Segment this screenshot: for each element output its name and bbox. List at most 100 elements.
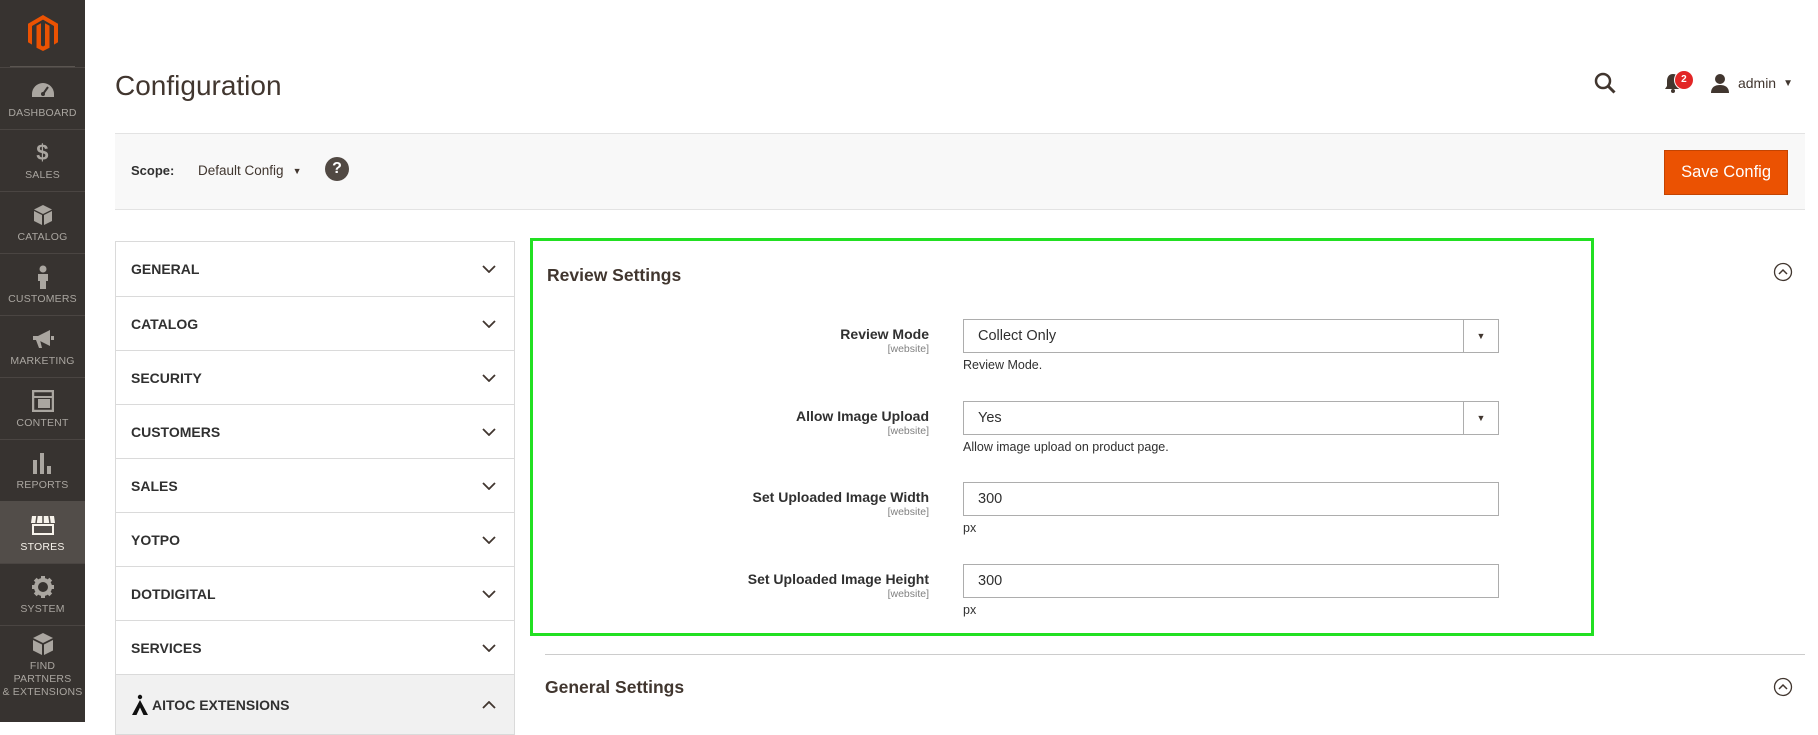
admin-menu: DASHBOARD $ SALES CATALOG CUSTOMERS MARK… bbox=[0, 0, 85, 722]
tab-services[interactable]: SERVICES bbox=[116, 620, 514, 674]
image-width-input[interactable]: 300 bbox=[963, 482, 1499, 516]
tab-catalog[interactable]: CATALOG bbox=[116, 296, 514, 350]
menu-item-label: CONTENT bbox=[16, 417, 69, 429]
chevron-down-icon bbox=[482, 265, 496, 273]
aitoc-logo-icon bbox=[131, 694, 149, 716]
page-title: Configuration bbox=[115, 70, 282, 101]
gear-icon bbox=[31, 574, 55, 600]
menu-item-label: REPORTS bbox=[16, 479, 69, 491]
input-value: 300 bbox=[978, 573, 1003, 589]
scope-label: Scope: bbox=[131, 163, 175, 178]
tab-sales[interactable]: SALES bbox=[116, 458, 514, 512]
menu-item-label: FIND PARTNERS & EXTENSIONS bbox=[2, 659, 83, 698]
select-value: Yes bbox=[978, 410, 1002, 426]
collapse-general-settings-icon[interactable] bbox=[1773, 677, 1793, 697]
field-note: Review Mode. bbox=[963, 358, 1043, 372]
tab-aitoc-extensions[interactable]: AITOC EXTENSIONS bbox=[116, 674, 514, 734]
tab-label: CUSTOMERS bbox=[131, 423, 221, 440]
field-scope: [website] bbox=[887, 506, 929, 518]
magento-logo-icon bbox=[27, 15, 58, 51]
dashboard-icon bbox=[31, 78, 55, 104]
menu-item-reports[interactable]: REPORTS bbox=[0, 439, 85, 501]
field-label-wrap: Allow Image Upload [website] bbox=[796, 408, 929, 437]
config-tabs: GENERAL CATALOG SECURITY CUSTOMERS SALES… bbox=[115, 241, 515, 735]
box-icon bbox=[33, 202, 53, 228]
chevron-down-icon: ▼ bbox=[1783, 77, 1793, 89]
field-label-wrap: Set Uploaded Image Width [website] bbox=[753, 489, 929, 518]
search-icon[interactable] bbox=[1590, 68, 1620, 98]
field-label: Allow Image Upload bbox=[795, 408, 929, 424]
megaphone-icon bbox=[31, 326, 55, 352]
menu-item-label: SALES bbox=[25, 169, 60, 181]
tab-label: GENERAL bbox=[131, 261, 200, 277]
user-name: admin bbox=[1737, 75, 1777, 91]
section-title[interactable]: Review Settings bbox=[547, 265, 681, 286]
tab-label: YOTPO bbox=[131, 531, 181, 548]
chevron-down-icon bbox=[482, 319, 496, 328]
menu-item-customers[interactable]: CUSTOMERS bbox=[0, 253, 85, 315]
tab-customers[interactable]: CUSTOMERS bbox=[116, 404, 514, 458]
save-config-button[interactable]: Save Config bbox=[1664, 150, 1788, 195]
tab-yotpo[interactable]: YOTPO bbox=[116, 512, 514, 566]
general-settings-title[interactable]: General Settings bbox=[545, 677, 684, 698]
review-mode-select[interactable]: Collect Only ▼ bbox=[963, 319, 1499, 353]
menu-item-label: DASHBOARD bbox=[8, 107, 77, 119]
admin-user-menu[interactable]: admin ▼ bbox=[1710, 73, 1793, 93]
tab-label: CATALOG bbox=[131, 315, 199, 332]
collapse-review-settings-icon[interactable] bbox=[1773, 262, 1793, 282]
menu-item-label: STORES bbox=[20, 541, 65, 553]
menu-item-system[interactable]: SYSTEM bbox=[0, 563, 85, 625]
tab-security[interactable]: SECURITY bbox=[116, 350, 514, 404]
field-scope: [website] bbox=[887, 425, 929, 437]
notifications-button[interactable]: 2 bbox=[1658, 68, 1693, 98]
magento-logo[interactable] bbox=[10, 0, 75, 67]
help-icon[interactable]: ? bbox=[325, 157, 349, 181]
allow-image-upload-select[interactable]: Yes ▼ bbox=[963, 401, 1499, 435]
tab-label: SALES bbox=[131, 477, 178, 494]
scope-value: Default Config bbox=[198, 163, 284, 178]
boxes-icon bbox=[31, 631, 55, 657]
chevron-down-icon: ▼ bbox=[292, 165, 302, 176]
select-value: Collect Only bbox=[978, 328, 1057, 344]
menu-item-sales[interactable]: $ SALES bbox=[0, 129, 85, 191]
field-label: Set Uploaded Image Width bbox=[752, 489, 929, 505]
menu-item-catalog[interactable]: CATALOG bbox=[0, 191, 85, 253]
menu-item-label: MARKETING bbox=[10, 355, 75, 367]
notification-count-badge: 2 bbox=[1674, 71, 1693, 89]
input-value: 300 bbox=[978, 491, 1003, 507]
scope-bar: Scope: Default Config ▼ ? Save Config bbox=[115, 133, 1805, 210]
menu-item-dashboard[interactable]: DASHBOARD bbox=[0, 67, 85, 129]
chevron-down-icon bbox=[482, 589, 496, 598]
tab-dotdigital[interactable]: DOTDIGITAL bbox=[116, 566, 514, 620]
field-label: Review Mode bbox=[840, 326, 929, 342]
field-label-wrap: Set Uploaded Image Height [website] bbox=[748, 571, 929, 600]
chevron-down-icon bbox=[482, 481, 496, 490]
menu-item-stores[interactable]: STORES bbox=[0, 501, 85, 563]
layout-icon bbox=[31, 388, 54, 414]
field-label-wrap: Review Mode [website] bbox=[840, 326, 929, 355]
chevron-down-icon bbox=[482, 373, 496, 382]
image-height-input[interactable]: 300 bbox=[963, 564, 1499, 598]
field-scope: [website] bbox=[887, 588, 929, 600]
field-note: px bbox=[963, 521, 977, 535]
menu-item-content[interactable]: CONTENT bbox=[0, 377, 85, 439]
scope-switcher[interactable]: Default Config ▼ bbox=[198, 163, 301, 178]
person-icon bbox=[36, 264, 50, 290]
menu-item-label: CATALOG bbox=[17, 231, 68, 243]
chevron-down-icon: ▼ bbox=[1463, 320, 1498, 352]
chevron-down-icon bbox=[482, 535, 496, 544]
field-note: Allow image upload on product page. bbox=[963, 440, 1169, 454]
field-label: Set Uploaded Image Height bbox=[747, 571, 929, 587]
chevron-down-icon bbox=[482, 427, 496, 436]
tab-label: AITOC EXTENSIONS bbox=[152, 696, 290, 713]
tab-label: SERVICES bbox=[131, 639, 202, 656]
chevron-down-icon bbox=[482, 643, 496, 652]
tab-general[interactable]: GENERAL bbox=[116, 242, 514, 296]
menu-item-label: CUSTOMERS bbox=[8, 293, 77, 305]
tab-label: DOTDIGITAL bbox=[131, 585, 216, 602]
menu-item-marketing[interactable]: MARKETING bbox=[0, 315, 85, 377]
review-settings-section: Review Settings Review Mode [website] Co… bbox=[530, 238, 1594, 636]
chevron-down-icon: ▼ bbox=[1463, 402, 1498, 434]
header-actions: 2 admin ▼ bbox=[1590, 68, 1793, 98]
menu-item-find-partners[interactable]: FIND PARTNERS & EXTENSIONS bbox=[0, 625, 85, 703]
